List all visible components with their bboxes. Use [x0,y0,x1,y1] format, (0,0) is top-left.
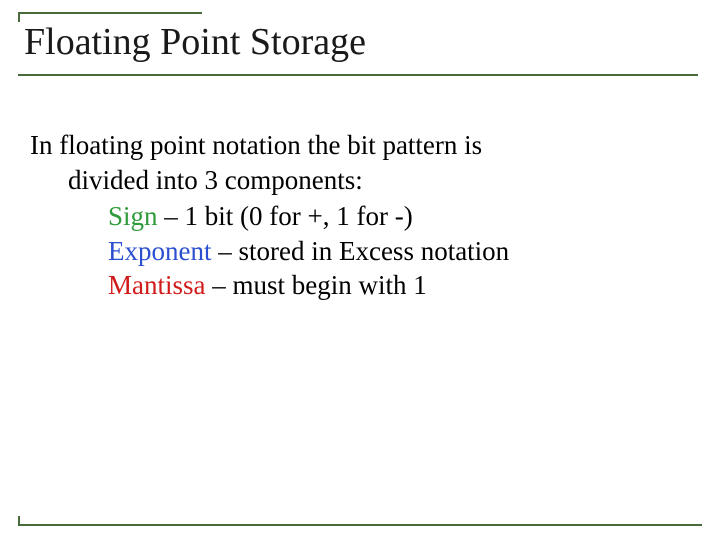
exponent-desc: – stored in Excess notation [211,236,509,266]
sign-desc: – 1 bit (0 for +, 1 for -) [158,201,413,231]
exponent-label: Exponent [108,236,211,266]
intro-line2: divided into 3 components: [30,165,363,195]
slide-title: Floating Point Storage [18,16,698,74]
slide: Floating Point Storage In floating point… [0,0,720,540]
mantissa-desc: – must begin with 1 [206,270,427,300]
title-block: Floating Point Storage [18,12,698,76]
rule-under-title [18,74,698,76]
slide-body: In floating point notation the bit patte… [30,128,680,303]
rule-tick-bottom [18,516,20,526]
component-sign: Sign – 1 bit (0 for +, 1 for -) [30,199,680,234]
sign-label: Sign [108,201,158,231]
mantissa-label: Mantissa [108,270,206,300]
component-mantissa: Mantissa – must begin with 1 [30,268,680,303]
rule-top [18,12,202,14]
components-list: Sign – 1 bit (0 for +, 1 for -) Exponent… [30,199,680,303]
rule-bottom [18,524,702,526]
intro-line1: In floating point notation the bit patte… [30,130,482,160]
intro-text: In floating point notation the bit patte… [30,128,680,197]
component-exponent: Exponent – stored in Excess notation [30,234,680,269]
